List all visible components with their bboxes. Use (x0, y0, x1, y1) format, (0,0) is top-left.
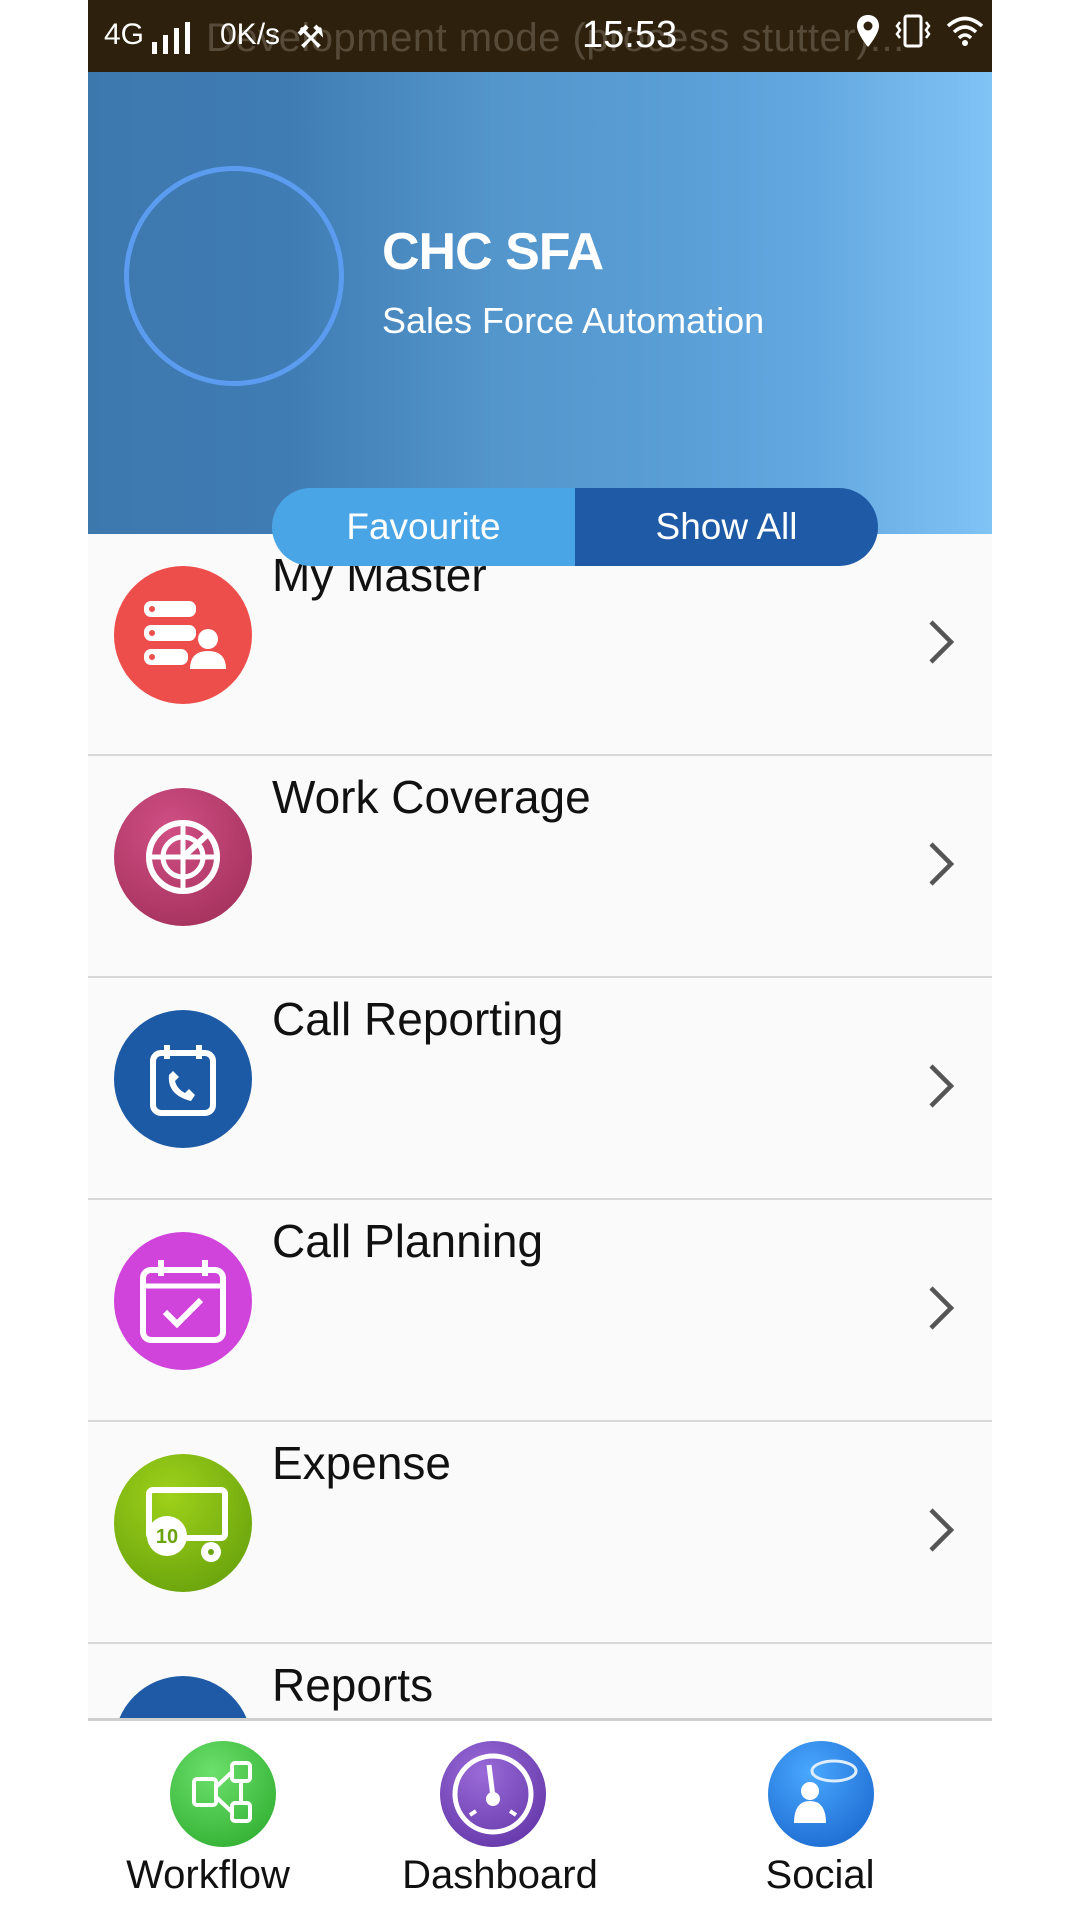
menu-item-my-master[interactable]: My Master (88, 534, 992, 756)
calendar-check-icon (114, 1232, 252, 1370)
network-type: 4G (104, 18, 145, 51)
nav-social-label: Social (765, 1853, 875, 1897)
wifi-icon (946, 16, 984, 46)
tools-icon: ⚒ (296, 19, 325, 55)
svg-text:10: 10 (156, 1526, 178, 1548)
nav-workflow-label: Workflow (126, 1853, 290, 1897)
app-screen: Development mode (process stutter)... 4G… (88, 0, 992, 1920)
money-icon: 10 (114, 1454, 252, 1592)
menu-item-label: Call Planning (272, 1215, 544, 1267)
server-user-icon (114, 566, 252, 704)
chevron-right-icon (929, 1286, 955, 1330)
chevron-right-icon (929, 620, 955, 664)
menu-item-call-planning[interactable]: Call Planning (88, 1200, 992, 1422)
menu-item-expense[interactable]: 10 Expense (88, 1422, 992, 1644)
calendar-phone-icon (114, 1010, 252, 1148)
menu-item-label: Call Reporting (272, 993, 564, 1045)
chevron-right-icon (929, 1064, 955, 1108)
app-header: CHC SFA Sales Force Automation (88, 72, 992, 534)
vibrate-icon (895, 14, 931, 48)
app-subtitle: Sales Force Automation (382, 300, 765, 341)
nav-social[interactable]: Social (700, 1721, 940, 1920)
tab-show-all[interactable]: Show All (575, 488, 878, 566)
network-speed: 0K/s (220, 18, 281, 51)
view-toggle: Favourite Show All (272, 488, 878, 566)
menu-item-call-reporting[interactable]: Call Reporting (88, 978, 992, 1200)
nav-workflow[interactable]: Workflow (88, 1721, 328, 1920)
menu-item-label: Work Coverage (272, 771, 591, 823)
globe-radar-icon (114, 788, 252, 926)
signal-icon (152, 22, 190, 54)
tab-favourite[interactable]: Favourite (272, 488, 575, 566)
nav-dashboard[interactable]: Dashboard (380, 1721, 620, 1920)
nav-dashboard-label: Dashboard (402, 1853, 598, 1897)
chevron-right-icon (929, 1508, 955, 1552)
menu-item-work-coverage[interactable]: Work Coverage (88, 756, 992, 978)
bottom-navigation: Workflow Dashboard Social (88, 1718, 992, 1920)
status-icons (856, 14, 984, 48)
dashboard-gauge-icon (440, 1741, 546, 1847)
workflow-icon (170, 1741, 276, 1847)
status-bar: Development mode (process stutter)... 4G… (88, 0, 992, 72)
clock: 15:53 (582, 14, 678, 56)
menu-item-label: Expense (272, 1437, 452, 1489)
menu-item-label: Reports (272, 1659, 434, 1711)
location-icon (857, 15, 879, 47)
profile-avatar[interactable] (124, 166, 344, 386)
social-chat-icon (768, 1741, 874, 1847)
chevron-right-icon (929, 842, 955, 886)
app-title: CHC SFA (382, 223, 604, 281)
